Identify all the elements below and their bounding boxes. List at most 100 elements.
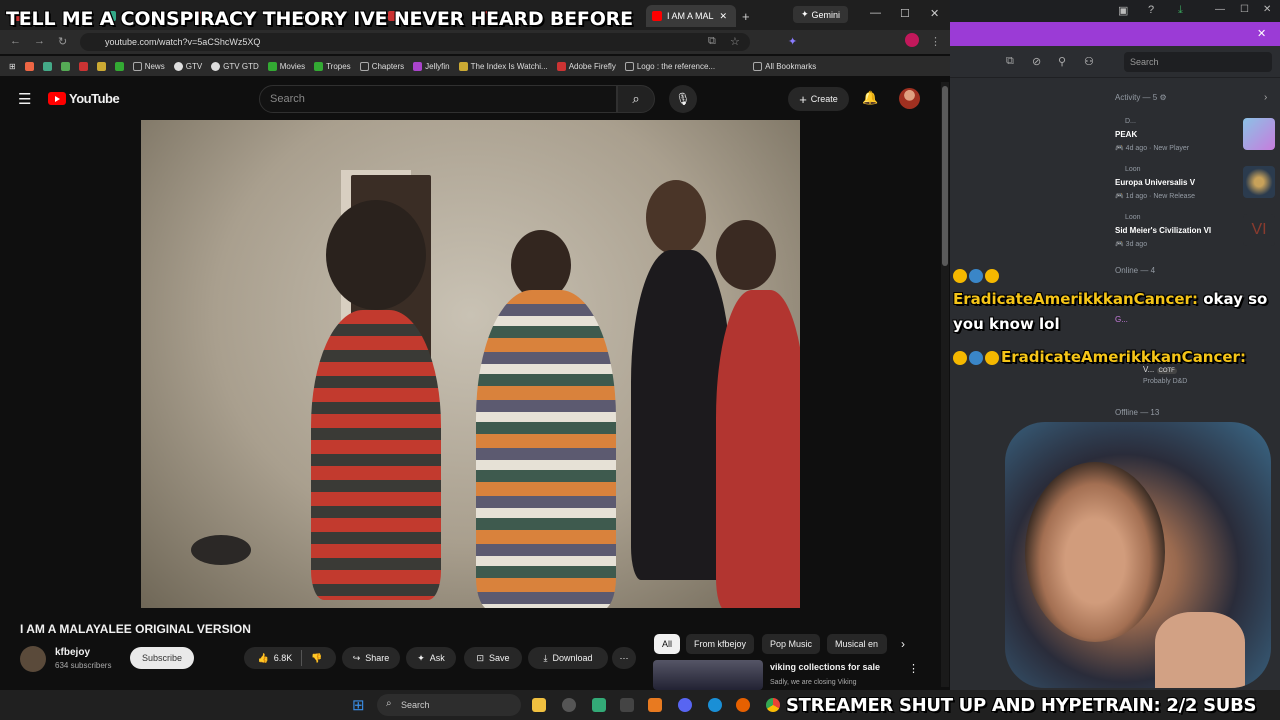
chip-from-channel[interactable]: From kfbejoy [686, 634, 755, 654]
bookmark-tropes[interactable]: Tropes [314, 61, 351, 71]
more-actions-button[interactable]: ⋯ [612, 647, 636, 669]
bookmark-icon-2[interactable] [42, 61, 52, 71]
url-field[interactable]: youtube.com/watch?v=5aCShcWz5XQ [80, 33, 750, 51]
channel-name[interactable]: kfbejoy [55, 647, 90, 658]
close-window-icon[interactable]: ✕ [930, 7, 939, 20]
share-button[interactable]: ↪ Share [342, 647, 400, 669]
voice-search-button[interactable]: 🎙 [669, 85, 697, 113]
app-icon[interactable] [620, 698, 634, 712]
subscribe-button[interactable]: Subscribe [130, 647, 194, 669]
gemini-button[interactable]: ✦ Gemini [793, 6, 848, 23]
close-window-icon[interactable]: ✕ [1263, 4, 1271, 15]
menu-icon[interactable]: ⋮ [930, 35, 941, 48]
extension-icon[interactable]: ✦ [788, 35, 797, 48]
members-icon[interactable]: ⚇ [1084, 55, 1094, 68]
mute-icon[interactable]: ⊘ [1032, 55, 1041, 68]
create-button[interactable]: + Create [788, 87, 849, 111]
minimize-icon[interactable]: — [1215, 4, 1225, 15]
recommended-thumbnail[interactable] [653, 660, 763, 690]
youtube-logo[interactable]: YouTube [48, 91, 120, 106]
dislike-button[interactable]: 👎 [311, 653, 322, 664]
online-user[interactable]: V... COTF [1143, 365, 1177, 374]
taskbar-search-input[interactable]: Search [377, 694, 521, 716]
clan-tag: COTF [1156, 368, 1177, 374]
person-far-right-head [716, 220, 776, 290]
like-button[interactable]: 👍 6.8K [258, 653, 293, 664]
activity-item[interactable]: Loon Sid Meier's Civilization VI 🎮 3d ag… [1115, 214, 1275, 258]
discord-icon[interactable] [678, 698, 692, 712]
maximize-icon[interactable]: ☐ [900, 7, 910, 20]
account-avatar[interactable] [899, 88, 920, 109]
forward-icon[interactable]: → [34, 35, 45, 47]
edge-icon[interactable] [708, 698, 722, 712]
bookmark-icon-4[interactable] [78, 61, 88, 71]
download-button[interactable]: ⤓ Download [528, 647, 608, 669]
ask-button[interactable]: ✦ Ask [406, 647, 456, 669]
inbox-icon[interactable]: ▣ [1118, 4, 1128, 17]
chat-message: you know lol [953, 315, 1060, 333]
close-banner-icon[interactable]: ✕ [1257, 27, 1266, 40]
activity-user: Loon [1125, 214, 1141, 221]
bookmark-chapters[interactable]: Chapters [359, 61, 404, 71]
search-input[interactable]: Search [259, 85, 617, 113]
help-icon[interactable]: ? [1148, 4, 1154, 16]
bookmark-gtv[interactable]: GTV [173, 61, 202, 71]
close-tab-icon[interactable]: ✕ [720, 11, 728, 22]
activity-meta: 🎮 1d ago · New Release [1115, 193, 1195, 200]
recommended-more-icon[interactable]: ⋮ [908, 662, 919, 675]
thread-icon[interactable]: ⧉ [1006, 55, 1014, 68]
bookmark-gtv-gtd[interactable]: GTV GTD [211, 61, 259, 71]
hamburger-menu-icon[interactable]: ☰ [18, 90, 31, 108]
search-button[interactable]: ⌕ [617, 85, 655, 113]
reload-icon[interactable]: ↻ [58, 35, 67, 48]
bookmark-movies[interactable]: Movies [267, 61, 305, 71]
scrollbar-thumb[interactable] [942, 86, 948, 266]
app-icon[interactable] [592, 698, 606, 712]
online-user[interactable]: G... [1115, 315, 1128, 324]
bookmark-star-icon[interactable]: ☆ [730, 35, 740, 48]
notifications-bell-icon[interactable]: 🔔 [862, 90, 878, 106]
bookmark-adobe-firefly[interactable]: Adobe Firefly [556, 61, 616, 71]
activity-item[interactable]: D... PEAK 🎮 4d ago · New Player [1115, 118, 1275, 162]
tab-active[interactable]: I AM A MAL ✕ [646, 5, 736, 27]
activity-user: Loon [1125, 166, 1141, 173]
chip-all[interactable]: All [654, 634, 681, 654]
tab-label: I AM A MAL [667, 11, 714, 21]
bookmark-news[interactable]: News [132, 61, 165, 71]
bookmark-logo-reference[interactable]: Logo : the reference... [624, 61, 715, 71]
person-right-head [646, 180, 706, 255]
recommended-title[interactable]: viking collections for sale [770, 662, 880, 672]
firefox-icon[interactable] [736, 698, 750, 712]
back-icon[interactable]: ← [10, 35, 21, 47]
bookmark-icon-6[interactable] [114, 61, 124, 71]
app-icon[interactable] [562, 698, 576, 712]
bookmark-icon-1[interactable] [24, 61, 34, 71]
all-bookmarks[interactable]: All Bookmarks [753, 61, 816, 71]
chevron-right-icon[interactable]: › [901, 637, 905, 651]
chrome-icon[interactable] [766, 698, 780, 712]
windows-start-icon[interactable]: ⊞ [352, 696, 365, 714]
chip-pop-music[interactable]: Pop Music [762, 634, 821, 654]
chevron-right-icon[interactable]: › [1264, 92, 1267, 103]
pin-icon[interactable]: ⚲ [1058, 55, 1066, 68]
bookmark-icon-5[interactable] [96, 61, 106, 71]
chip-musical[interactable]: Musical en [827, 634, 887, 654]
file-explorer-icon[interactable] [532, 698, 546, 712]
minimize-icon[interactable]: — [870, 7, 881, 19]
vlc-icon[interactable] [648, 698, 662, 712]
profile-icon[interactable] [905, 33, 919, 47]
new-tab-button[interactable]: + [736, 5, 750, 27]
download-update-icon[interactable]: ⤓ [1178, 4, 1183, 17]
discord-search-input[interactable]: Search [1124, 52, 1272, 72]
maximize-icon[interactable]: ☐ [1240, 4, 1249, 15]
page-scrollbar[interactable] [941, 82, 949, 687]
install-icon[interactable]: ⧉ [708, 35, 716, 48]
save-button[interactable]: ⊡ Save [464, 647, 522, 669]
activity-item[interactable]: Loon Europa Universalis V 🎮 1d ago · New… [1115, 166, 1275, 210]
video-player[interactable] [141, 120, 800, 608]
bookmark-icon-3[interactable] [60, 61, 70, 71]
apps-icon[interactable]: ⊞ [9, 62, 16, 71]
channel-avatar[interactable] [20, 646, 46, 672]
bookmark-jellyfin[interactable]: Jellyfin [413, 61, 450, 71]
bookmark-index[interactable]: The Index Is Watchi... [458, 61, 548, 71]
